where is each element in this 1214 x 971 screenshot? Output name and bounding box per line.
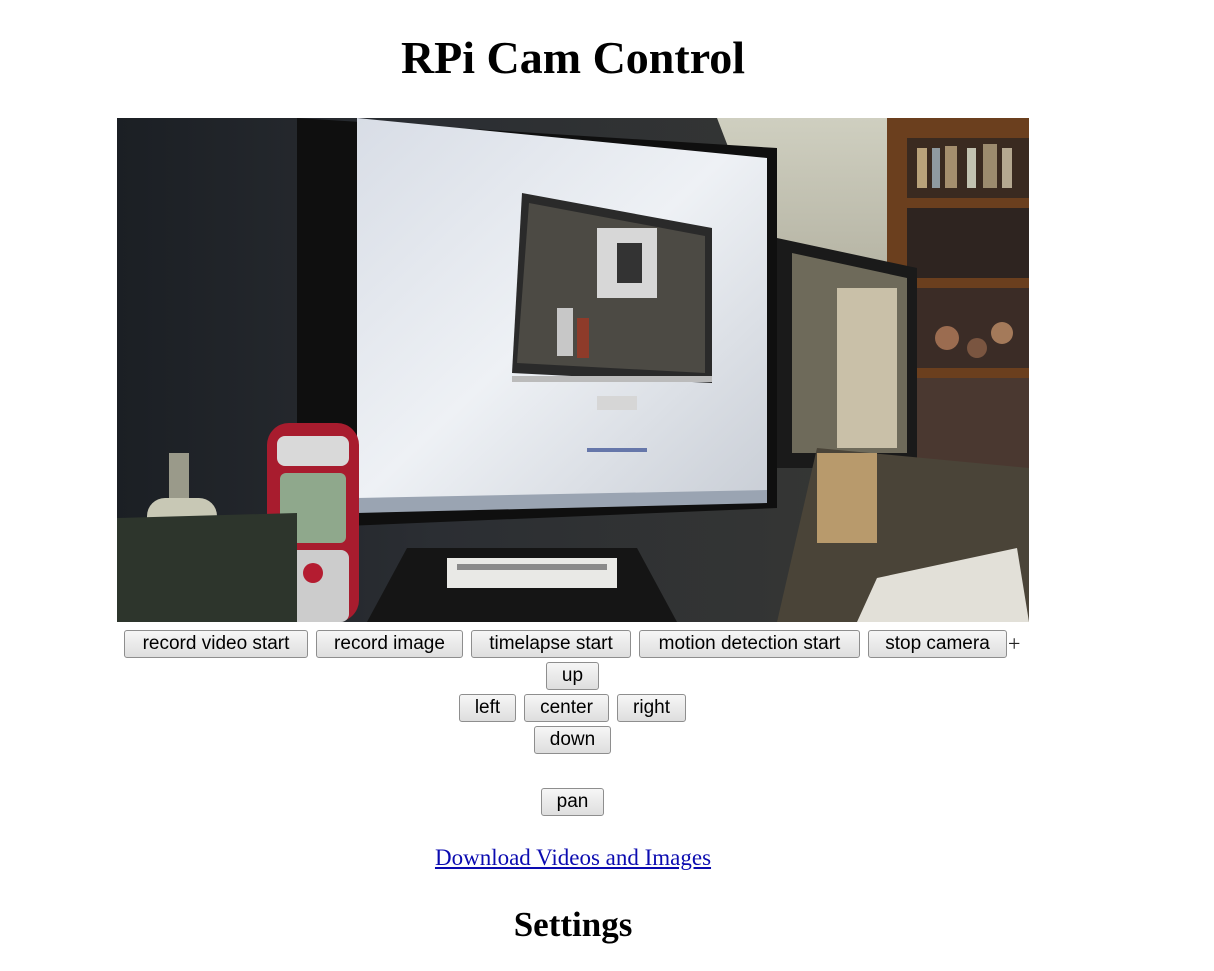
pan-button[interactable]: pan: [541, 788, 604, 816]
pan-up-button[interactable]: up: [546, 662, 599, 690]
pan-right-button[interactable]: right: [617, 694, 686, 722]
camera-preview-image: [117, 118, 1029, 622]
timelapse-start-button[interactable]: timelapse start: [471, 630, 631, 658]
download-videos-images-link[interactable]: Download Videos and Images: [435, 845, 711, 870]
stop-camera-button[interactable]: stop camera: [868, 630, 1007, 658]
record-video-start-button[interactable]: record video start: [124, 630, 308, 658]
pan-down-button[interactable]: down: [534, 726, 611, 754]
expand-plus-icon[interactable]: +: [1008, 632, 1020, 656]
page-title: RPi Cam Control: [400, 32, 746, 83]
pan-left-button[interactable]: left: [459, 694, 516, 722]
preview-illustration: [117, 118, 1029, 622]
record-image-button[interactable]: record image: [316, 630, 463, 658]
download-link-row: Download Videos and Images: [0, 844, 1146, 872]
pan-center-button[interactable]: center: [524, 694, 609, 722]
motion-detection-start-button[interactable]: motion detection start: [639, 630, 860, 658]
settings-heading: Settings: [513, 905, 633, 944]
